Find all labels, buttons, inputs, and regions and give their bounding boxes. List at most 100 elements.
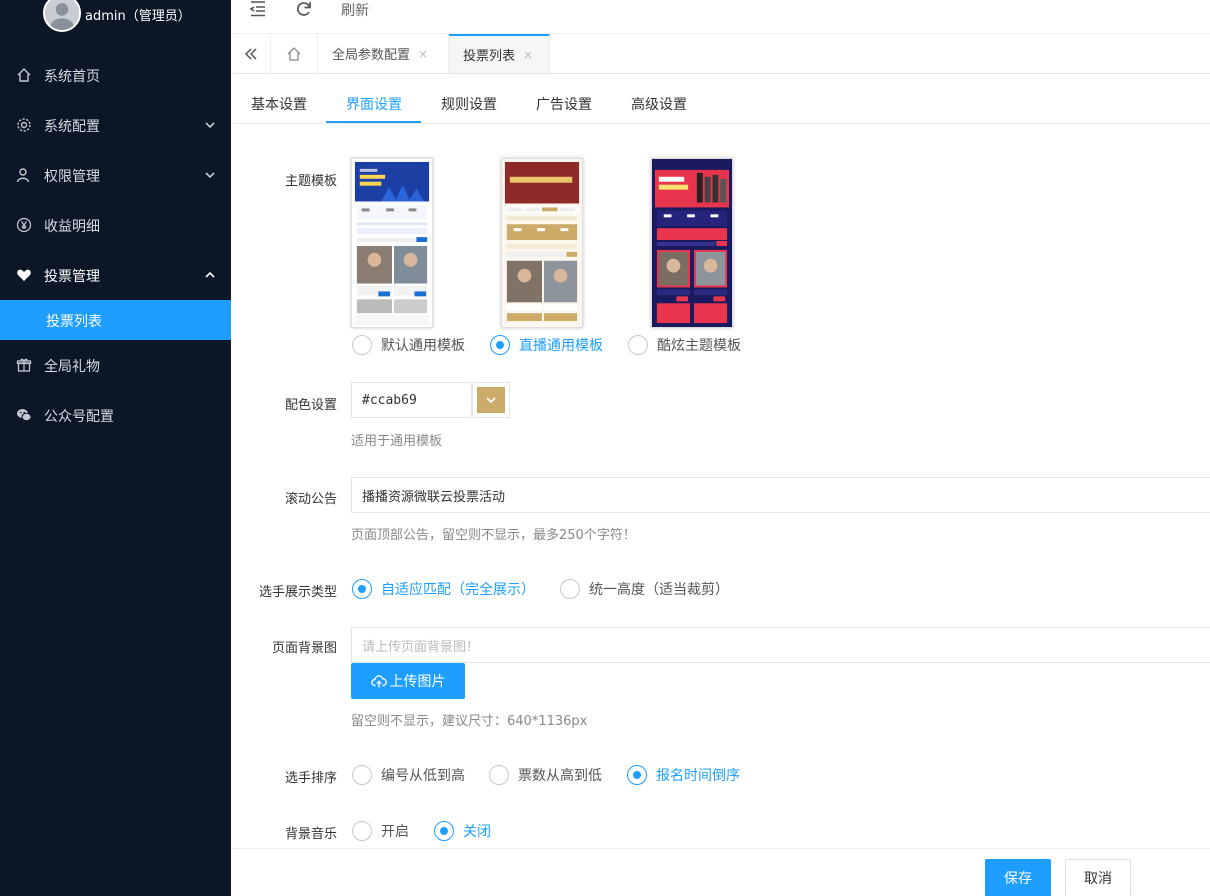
radio-label: 票数从高到低	[518, 768, 602, 784]
sort-option-votes[interactable]: 票数从高到低	[489, 765, 602, 785]
music-option-on[interactable]: 开启	[352, 821, 409, 841]
theme-preview-default[interactable]	[351, 158, 433, 328]
sidebar-nav: 系统首页 系统配置 权限管理 收益明细 投票管理 投票列表 全局礼物 公众号配置	[0, 50, 231, 440]
user-name[interactable]: admin（管理员）	[85, 5, 191, 24]
tab-label: 投票列表	[463, 49, 516, 64]
color-help: 适用于通用模板	[351, 434, 443, 449]
color-picker-button[interactable]	[472, 382, 510, 418]
sidebar-item-earnings[interactable]: 收益明细	[0, 200, 231, 250]
sidebar-item-label: 投票列表	[46, 314, 102, 330]
radio-circle[interactable]	[352, 821, 372, 841]
user-icon	[16, 168, 30, 183]
sidebar-item-permissions[interactable]: 权限管理	[0, 150, 231, 200]
notice-input[interactable]: 播播资源微联云投票活动	[351, 477, 1210, 513]
tab-close-icon[interactable]: ×	[418, 47, 428, 61]
display-option-adaptive[interactable]: 自适应匹配（完全展示）	[352, 579, 535, 599]
color-swatch	[477, 387, 505, 413]
heart-icon	[17, 269, 31, 281]
sort-option-number[interactable]: 编号从低到高	[352, 765, 465, 785]
yen-icon	[16, 217, 32, 233]
refresh-label[interactable]: 刷新	[341, 0, 369, 20]
radio-label: 统一高度（适当裁剪）	[589, 582, 729, 598]
theme-preview-live[interactable]	[501, 158, 583, 328]
radio-label: 开启	[381, 824, 409, 840]
double-chevron-left-icon	[244, 47, 257, 60]
refresh-icon[interactable]	[295, 0, 313, 18]
radio-circle[interactable]	[490, 335, 510, 355]
gift-icon	[16, 358, 32, 372]
upload-image-button[interactable]: 上传图片	[351, 663, 465, 699]
theme-preview-cool[interactable]	[651, 158, 733, 328]
cancel-button[interactable]: 取消	[1065, 859, 1131, 896]
sidebar-item-system-config[interactable]: 系统配置	[0, 100, 231, 150]
radio-circle[interactable]	[628, 335, 648, 355]
theme-label: 主题模板	[284, 174, 337, 189]
radio-circle[interactable]	[560, 579, 580, 599]
chevron-down-icon	[205, 172, 215, 179]
radio-circle[interactable]	[352, 579, 372, 599]
interface-settings-form: 主题模板 默认通用模板 直播通用模板 酷炫主题模板 配色设置 #ccab69 适…	[231, 124, 1210, 848]
music-option-off[interactable]: 关闭	[434, 821, 491, 841]
sidebar-item-vote-management[interactable]: 投票管理	[0, 250, 231, 300]
display-option-uniform[interactable]: 统一高度（适当裁剪）	[560, 579, 729, 599]
background-input[interactable]: 请上传页面背景图！	[351, 627, 1210, 663]
tab-label: 全局参数配置	[332, 48, 411, 63]
subtab-rules[interactable]: 规则设置	[441, 94, 497, 114]
chevron-down-icon	[205, 122, 215, 129]
sidebar: admin（管理员） 系统首页 系统配置 权限管理 收益明细 投票管理 投票列表	[0, 0, 231, 896]
radio-circle[interactable]	[489, 765, 509, 785]
radio-circle[interactable]	[627, 765, 647, 785]
color-label: 配色设置	[284, 398, 337, 413]
radio-circle[interactable]	[434, 821, 454, 841]
menu-collapse-icon[interactable]	[249, 0, 267, 18]
theme-option-cool[interactable]: 酷炫主题模板	[628, 335, 741, 355]
subtab-advanced[interactable]: 高级设置	[631, 94, 687, 114]
save-button[interactable]: 保存	[985, 859, 1051, 896]
sidebar-item-label: 全局礼物	[44, 359, 100, 375]
subtab-basic[interactable]: 基本设置	[251, 94, 307, 114]
theme-option-live[interactable]: 直播通用模板	[490, 335, 603, 355]
avatar[interactable]	[43, 0, 81, 32]
sidebar-item-label: 收益明细	[44, 219, 100, 235]
radio-circle[interactable]	[352, 335, 372, 355]
notice-label: 滚动公告	[284, 492, 337, 507]
sidebar-item-home[interactable]: 系统首页	[0, 50, 231, 100]
tabs-scroll-left-button[interactable]	[231, 34, 271, 73]
home-icon	[287, 46, 301, 61]
user-panel: admin（管理员）	[0, 0, 231, 32]
radio-label: 编号从低到高	[381, 768, 465, 784]
radio-circle[interactable]	[352, 765, 372, 785]
sidebar-item-label: 系统配置	[44, 119, 100, 135]
radio-label: 报名时间倒序	[656, 768, 740, 784]
sidebar-item-label: 公众号配置	[44, 409, 114, 425]
form-footer: 保存 取消	[231, 848, 1210, 896]
upload-label: 上传图片	[389, 674, 446, 690]
home-icon	[17, 68, 31, 82]
display-type-label: 选手展示类型	[258, 585, 337, 600]
sidebar-item-label: 投票管理	[44, 269, 100, 285]
cloud-upload-icon	[370, 675, 387, 688]
active-tab-indicator	[326, 121, 421, 123]
sidebar-item-global-gifts[interactable]: 全局礼物	[0, 340, 231, 390]
color-input[interactable]: #ccab69	[351, 382, 472, 418]
sidebar-item-wechat-config[interactable]: 公众号配置	[0, 390, 231, 440]
theme-option-default[interactable]: 默认通用模板	[352, 335, 465, 355]
sidebar-subitem-vote-list[interactable]: 投票列表	[0, 300, 231, 340]
subtab-ads[interactable]: 广告设置	[536, 94, 592, 114]
tab-close-icon[interactable]: ×	[523, 48, 533, 62]
sort-label: 选手排序	[284, 771, 337, 786]
tab-strip: 全局参数配置 × 投票列表 ×	[231, 34, 1210, 74]
subtab-interface[interactable]: 界面设置	[346, 94, 402, 114]
sort-option-time[interactable]: 报名时间倒序	[627, 765, 740, 785]
radio-label: 自适应匹配（完全展示）	[381, 582, 535, 598]
top-bar: 刷新	[231, 0, 1210, 34]
settings-tabs: 基本设置 界面设置 规则设置 广告设置 高级设置	[231, 74, 1210, 124]
home-tab-button[interactable]	[271, 34, 318, 73]
radio-label: 关闭	[463, 824, 491, 840]
tab-global-params[interactable]: 全局参数配置 ×	[318, 34, 449, 73]
tab-vote-list[interactable]: 投票列表 ×	[449, 34, 550, 73]
sidebar-item-label: 权限管理	[44, 169, 100, 185]
notice-help: 页面顶部公告，留空则不显示，最多250个字符！	[351, 528, 636, 543]
music-label: 背景音乐	[284, 827, 337, 842]
chevron-up-icon	[205, 271, 215, 278]
